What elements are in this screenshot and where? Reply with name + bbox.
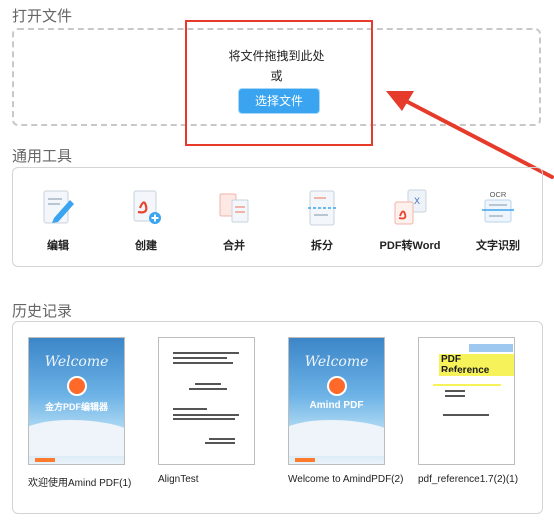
header-bar [469,344,513,352]
tool-label: 编辑 [47,240,69,252]
tool-edit[interactable]: 编辑 [13,168,103,266]
history-item-name[interactable]: AlignTest [158,474,199,485]
split-icon [308,190,336,226]
tool-ocr[interactable]: OCR 文字识别 [453,168,543,266]
app-logo-icon [327,376,347,396]
create-pdf-icon [133,190,161,224]
cover-image: Welcome 金方PDF编辑器 [29,338,124,464]
ocr-icon: OCR [482,190,514,223]
open-file-title: 打开文件 [12,8,73,25]
tool-create[interactable]: 创建 [101,168,191,266]
history-thumbnail[interactable] [158,337,255,465]
cover-footer-mark [295,458,315,462]
annotation-highlight-box [185,20,373,146]
cover-welcome-text: Welcome [44,354,109,370]
merge-icon [219,193,249,223]
cover-footer-mark [35,458,55,462]
history-item-name[interactable]: 欢迎使用Amind PDF(1) [28,474,131,489]
pdf-to-word-icon: X [394,189,427,225]
tool-label: 创建 [135,240,157,252]
tool-merge[interactable]: 合并 [189,168,279,266]
cover-welcome-text: Welcome [304,354,369,370]
common-tools-title: 通用工具 [12,148,73,165]
tools-panel: 编辑 创建 合并 拆分 X PDF转Word OCR 文字识别 [12,167,543,267]
history-panel: Welcome 金方PDF编辑器 欢迎使用Amind PDF(1) AlignT… [12,321,543,514]
cover-title: Amind PDF [309,400,364,411]
svg-text:X: X [414,196,420,206]
app-logo-icon [67,376,87,396]
tool-label: 合并 [223,240,245,252]
history-thumbnail[interactable]: PDF Reference [418,337,515,465]
tool-split[interactable]: 拆分 [277,168,367,266]
cover-image: Welcome Amind PDF [289,338,384,464]
edit-icon [43,190,74,224]
history-thumbnail[interactable]: Welcome 金方PDF编辑器 [28,337,125,465]
svg-text:OCR: OCR [490,190,507,199]
history-item-name[interactable]: Welcome to AmindPDF(2) [288,474,403,485]
tool-pdf-to-word[interactable]: X PDF转Word [365,168,455,266]
history-thumbnail[interactable]: Welcome Amind PDF [288,337,385,465]
dune-shape [29,420,124,456]
tool-label: PDF转Word [379,240,441,252]
history-title: 历史记录 [12,303,73,320]
cover-title: 金方PDF编辑器 [44,402,108,412]
tool-label: 文字识别 [476,240,520,252]
tool-label: 拆分 [311,240,333,252]
dune-shape [289,420,384,456]
history-item-name[interactable]: pdf_reference1.7(2)(1) [418,474,518,485]
